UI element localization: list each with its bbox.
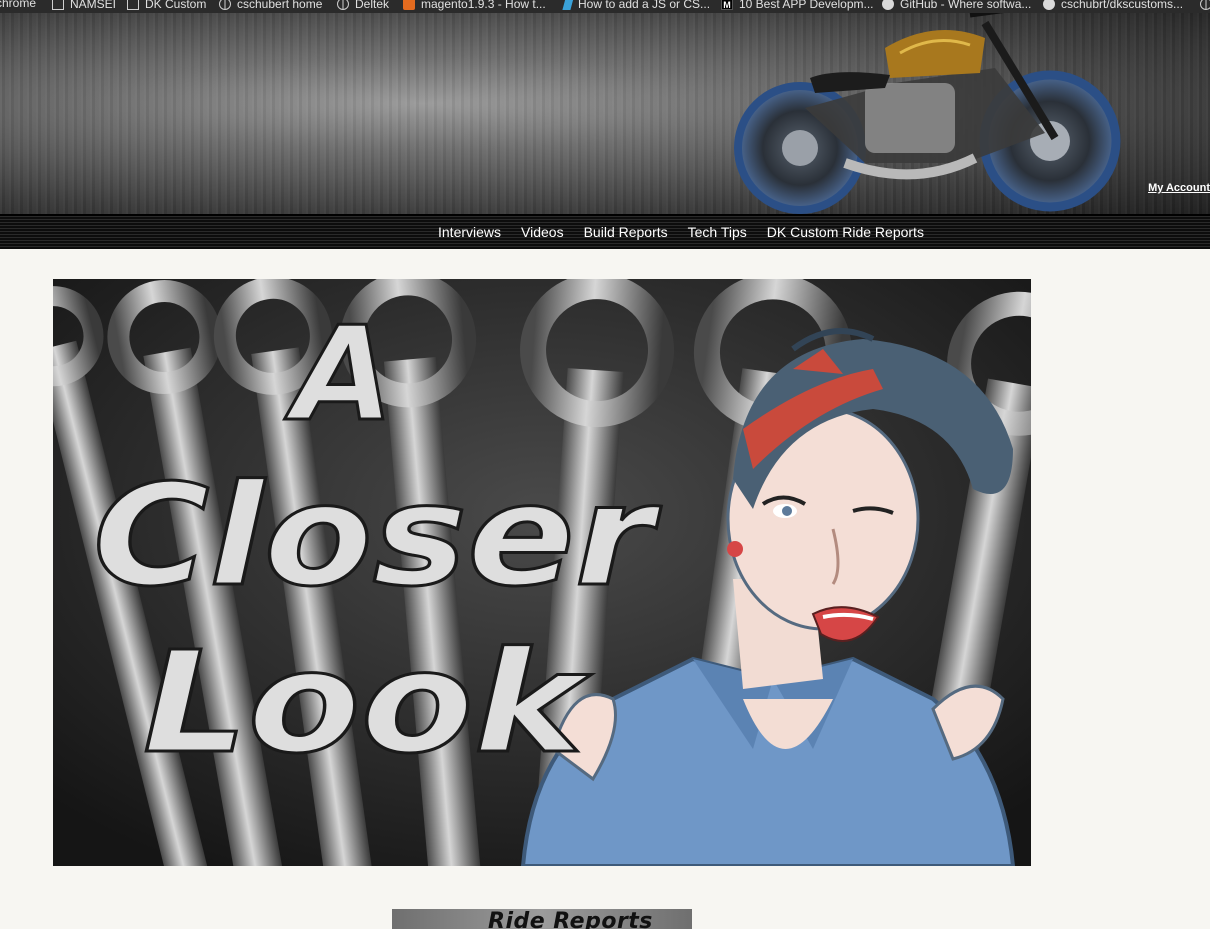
hero-title-line-2: Closer	[93, 455, 662, 618]
site-header-banner: My Account	[0, 13, 1210, 214]
ride-reports-thumbnail[interactable]: Ride Reports	[392, 909, 692, 929]
bookmark-app-dev[interactable]: M 10 Best APP Developm...	[721, 0, 874, 10]
nav-item-videos[interactable]: Videos	[511, 224, 574, 240]
bookmark-overflow[interactable]	[1200, 0, 1210, 10]
my-account-link[interactable]: My Account	[1148, 182, 1210, 194]
bookmark-cschubert-home[interactable]: cschubert home	[219, 0, 322, 10]
globe-icon	[1200, 0, 1210, 10]
bookmark-label: GitHub - Where softwa...	[900, 0, 1032, 11]
bookmark-label: DK Custom	[145, 0, 207, 11]
main-nav: Interviews Videos Build Reports Tech Tip…	[0, 214, 1210, 249]
bookmark-namsei[interactable]: NAMSEI	[52, 0, 116, 10]
bookmarks-bar: chrome NAMSEI DK Custom cschubert home D…	[0, 0, 1210, 13]
page-icon	[127, 0, 139, 10]
bookmark-label: cschubrt/dkscustoms...	[1061, 0, 1184, 11]
github-icon	[882, 0, 894, 10]
hero-illustration: A Closer Look	[53, 279, 1031, 866]
bookmark-label: magento1.9.3 - How t...	[421, 0, 546, 11]
bookmark-dkscustoms-repo[interactable]: cschubrt/dkscustoms...	[1043, 0, 1183, 10]
pipe-icon	[562, 0, 574, 10]
medium-icon: M	[721, 0, 733, 10]
nav-list: Interviews Videos Build Reports Tech Tip…	[428, 224, 934, 240]
bookmark-dk-custom[interactable]: DK Custom	[127, 0, 206, 10]
nav-item-ride-reports[interactable]: DK Custom Ride Reports	[757, 224, 934, 240]
bookmark-label: cschubert home	[237, 0, 323, 11]
globe-icon	[219, 0, 231, 10]
bookmark-github[interactable]: GitHub - Where softwa...	[882, 0, 1031, 10]
bookmark-label: chrome	[0, 0, 37, 10]
hero-title-line-1: A	[284, 298, 394, 450]
motorcycle-image	[734, 13, 1121, 214]
bookmark-deltek[interactable]: Deltek	[337, 0, 389, 10]
page-icon	[52, 0, 64, 10]
bookmark-label: 10 Best APP Developm...	[739, 0, 874, 11]
github-icon	[1043, 0, 1055, 10]
bookmark-label: Deltek	[355, 0, 390, 11]
nav-item-tech-tips[interactable]: Tech Tips	[678, 224, 757, 240]
nav-item-interviews[interactable]: Interviews	[428, 224, 511, 240]
hero-title-line-3: Look	[143, 622, 592, 785]
globe-icon	[337, 0, 349, 10]
bookmark-chrome[interactable]: chrome	[0, 0, 37, 10]
bookmark-add-js[interactable]: How to add a JS or CS...	[562, 0, 711, 11]
bookmark-label: NAMSEI	[70, 0, 117, 11]
magento-icon	[403, 0, 415, 10]
bookmark-magento[interactable]: magento1.9.3 - How t...	[403, 0, 546, 10]
bookmark-label: How to add a JS or CS...	[578, 0, 711, 11]
ride-reports-thumb-label: Ride Reports	[488, 909, 653, 929]
hero-banner[interactable]: A Closer Look	[53, 279, 1031, 866]
nav-item-build-reports[interactable]: Build Reports	[574, 224, 678, 240]
